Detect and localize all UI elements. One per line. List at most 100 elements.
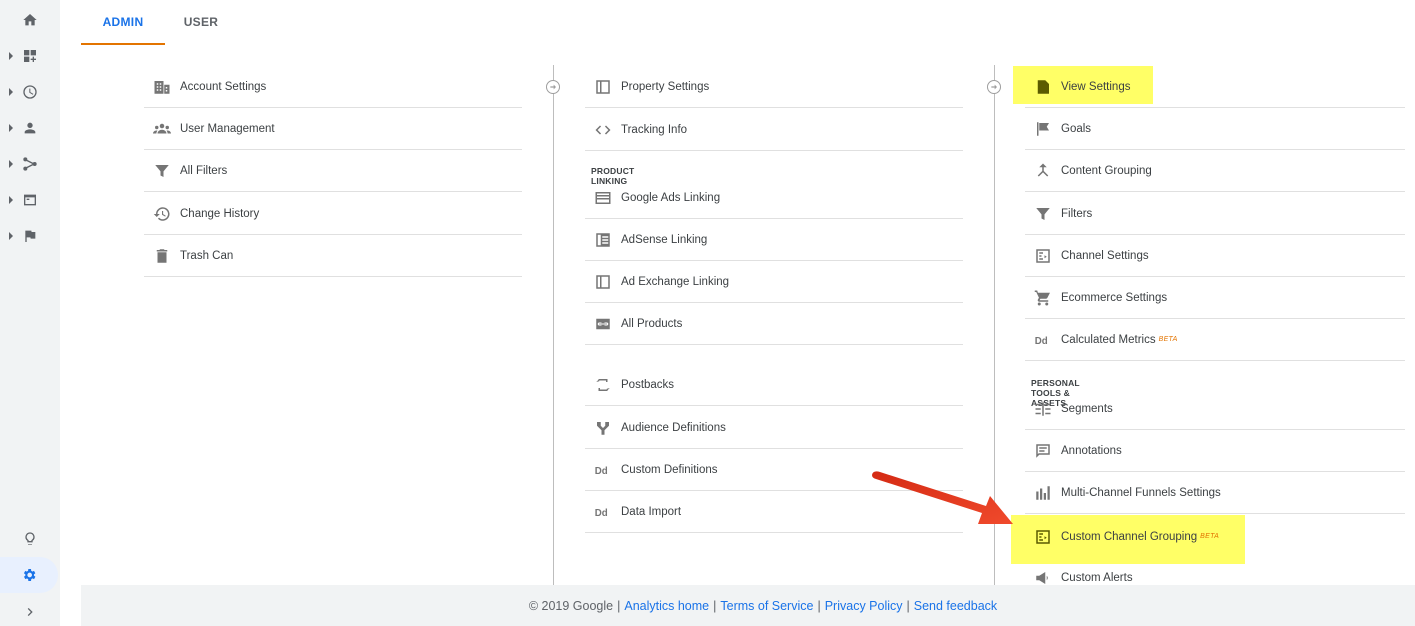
- merge-icon: [1025, 162, 1061, 180]
- expand-caret-icon: [9, 124, 13, 132]
- filter-icon: [1025, 205, 1061, 223]
- analytics-home-link[interactable]: Analytics home: [624, 599, 709, 613]
- dashboard-add-icon: [24, 50, 36, 62]
- footer: © 2019 Google | Analytics home | Terms o…: [81, 585, 1415, 626]
- goals-item[interactable]: Goals: [1025, 108, 1405, 150]
- left-nav-rail: [0, 0, 60, 626]
- acquisition-nav-item[interactable]: [0, 146, 60, 182]
- custom-channel-grouping-item[interactable]: Custom Channel Grouping BETA: [1025, 515, 1405, 558]
- send-feedback-link[interactable]: Send feedback: [914, 599, 997, 613]
- all-products-item[interactable]: All Products: [585, 303, 963, 345]
- annotations-label: Annotations: [1061, 444, 1122, 457]
- ads-icon: [585, 189, 621, 207]
- view-settings-label: View Settings: [1061, 81, 1131, 93]
- admin-tabbar: ADMIN USER: [60, 0, 1415, 45]
- audience-nav-item[interactable]: [0, 110, 60, 146]
- swap-icon: [585, 376, 621, 394]
- terms-of-service-link[interactable]: Terms of Service: [720, 599, 813, 613]
- privacy-policy-link[interactable]: Privacy Policy: [825, 599, 903, 613]
- fork-icon: [585, 419, 621, 437]
- svg-text:Dd: Dd: [595, 465, 608, 476]
- calculated-metrics-item[interactable]: Dd Calculated Metrics BETA: [1025, 319, 1405, 361]
- behavior-nav-item[interactable]: [0, 182, 60, 218]
- footer-copyright: © 2019 Google: [528, 598, 614, 613]
- mcf-settings-item[interactable]: Multi-Channel Funnels Settings: [1025, 472, 1405, 514]
- adsense-linking-label: AdSense Linking: [621, 233, 708, 246]
- svg-text:Dd: Dd: [595, 507, 608, 518]
- dd-icon: Dd: [585, 461, 621, 479]
- admin-nav-item[interactable]: [0, 557, 58, 593]
- change-history-label: Change History: [180, 207, 260, 220]
- account-settings-item[interactable]: Account Settings: [144, 66, 522, 108]
- postbacks-label: Postbacks: [621, 378, 675, 391]
- flag-icon: [1025, 120, 1061, 138]
- audience-definitions-item[interactable]: Audience Definitions: [585, 407, 963, 449]
- annotations-item[interactable]: Annotations: [1025, 430, 1405, 472]
- change-history-item[interactable]: Change History: [144, 193, 522, 235]
- postbacks-item[interactable]: Postbacks: [585, 364, 963, 406]
- segments-label: Segments: [1061, 402, 1113, 415]
- all-products-label: All Products: [621, 317, 683, 330]
- channel-settings-label: Channel Settings: [1061, 249, 1149, 262]
- svg-text:Dd: Dd: [1035, 335, 1048, 346]
- trash-can-item[interactable]: Trash Can: [144, 235, 522, 277]
- expand-caret-icon: [9, 232, 13, 240]
- all-filters-label: All Filters: [180, 164, 228, 177]
- google-ads-linking-label: Google Ads Linking: [621, 191, 721, 204]
- tracking-info-item[interactable]: Tracking Info: [585, 109, 963, 151]
- lightbulb-icon: [25, 532, 35, 545]
- segments-icon: [1025, 400, 1061, 418]
- link-icon: [585, 315, 621, 333]
- tab-user[interactable]: USER: [165, 0, 237, 45]
- dd-icon: Dd: [585, 503, 621, 521]
- footer-separator: |: [617, 598, 621, 613]
- tracking-info-label: Tracking Info: [621, 123, 688, 136]
- expand-nav-button[interactable]: [0, 594, 60, 626]
- filters-item[interactable]: Filters: [1025, 193, 1405, 235]
- arrow-right-circle-icon: [987, 80, 1001, 94]
- column-divider: [553, 65, 554, 585]
- dd-icon: Dd: [1025, 331, 1061, 349]
- realtime-nav-item[interactable]: [0, 74, 60, 110]
- content-grouping-item[interactable]: Content Grouping: [1025, 150, 1405, 192]
- customization-nav-item[interactable]: [0, 38, 60, 74]
- history-icon: [144, 205, 180, 223]
- beta-badge: BETA: [1158, 336, 1178, 343]
- property-settings-label: Property Settings: [621, 80, 710, 93]
- calculated-metrics-label: Calculated Metrics: [1061, 333, 1156, 346]
- person-icon: [24, 122, 36, 134]
- acquisition-icon: [23, 157, 37, 171]
- custom-alerts-label: Custom Alerts: [1061, 572, 1133, 584]
- goals-label: Goals: [1061, 122, 1092, 135]
- channel-icon: [1025, 247, 1061, 265]
- browser-window-icon: [24, 194, 36, 206]
- flag-icon: [25, 230, 36, 242]
- admin-main-panel: Account Settings User Management All Fil…: [81, 45, 1415, 585]
- home-nav-item[interactable]: [0, 2, 60, 38]
- property-settings-item[interactable]: Property Settings: [585, 66, 963, 108]
- user-management-label: User Management: [180, 122, 275, 135]
- building-icon: [144, 78, 180, 96]
- discover-nav-item[interactable]: [0, 521, 60, 557]
- conversions-nav-item[interactable]: [0, 218, 60, 254]
- ad-exchange-linking-item[interactable]: Ad Exchange Linking: [585, 261, 963, 303]
- segments-item[interactable]: Segments: [1025, 388, 1405, 430]
- trash-can-label: Trash Can: [180, 249, 234, 262]
- beta-badge: BETA: [1200, 533, 1220, 540]
- tab-admin[interactable]: ADMIN: [81, 0, 165, 45]
- trash-icon: [144, 247, 180, 265]
- gear-icon: [23, 569, 36, 581]
- all-filters-item[interactable]: All Filters: [144, 150, 522, 192]
- adsense-linking-item[interactable]: AdSense Linking: [585, 219, 963, 261]
- channel-settings-item[interactable]: Channel Settings: [1025, 235, 1405, 277]
- expand-caret-icon: [9, 52, 13, 60]
- view-settings-item[interactable]: View Settings: [1025, 66, 1405, 108]
- user-management-item[interactable]: User Management: [144, 108, 522, 150]
- custom-channel-grouping-label: Custom Channel Grouping: [1061, 530, 1198, 543]
- mcf-settings-label: Multi-Channel Funnels Settings: [1061, 486, 1221, 499]
- content-grouping-label: Content Grouping: [1061, 164, 1152, 177]
- google-ads-linking-item[interactable]: Google Ads Linking: [585, 177, 963, 219]
- footer-separator: |: [906, 598, 910, 613]
- bars-icon: [1025, 484, 1061, 502]
- ecommerce-settings-item[interactable]: Ecommerce Settings: [1025, 277, 1405, 319]
